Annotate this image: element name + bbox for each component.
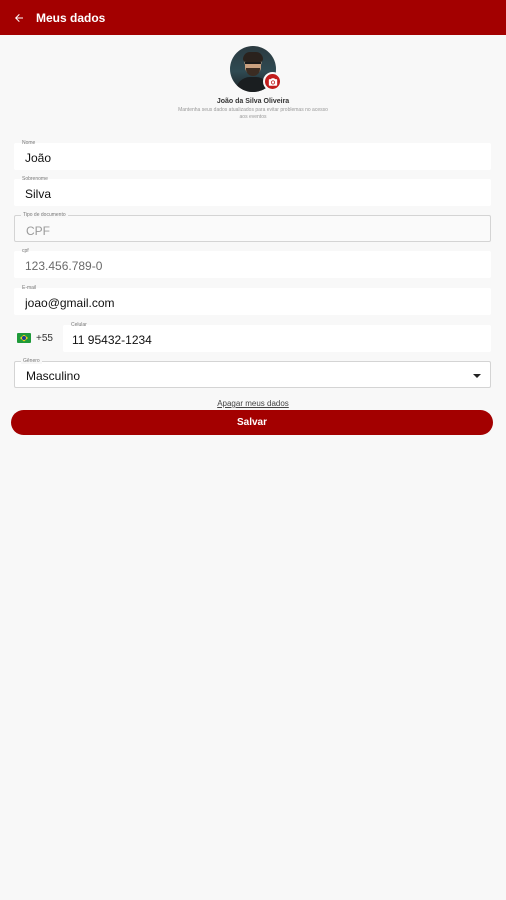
profile-name: João da Silva Oliveira — [216, 98, 290, 105]
cpf-label: cpf — [22, 248, 29, 254]
email-label: E-mail — [22, 285, 37, 291]
cpf-input[interactable] — [25, 259, 465, 273]
cpf-field[interactable]: cpf — [14, 248, 491, 278]
camera-icon[interactable] — [263, 72, 282, 91]
profile-section: João da Silva Oliveira Mantenha seus dad… — [0, 46, 506, 121]
first-name-input[interactable] — [25, 151, 465, 165]
phone-label: Celular — [71, 322, 87, 328]
page-title: Meus dados — [36, 10, 106, 25]
document-type-input — [26, 224, 466, 238]
chevron-down-icon[interactable] — [473, 374, 481, 378]
first-name-field[interactable]: Nome — [14, 140, 491, 170]
gender-label: Gênero — [21, 358, 42, 364]
country-code-selector[interactable]: +55 — [17, 330, 53, 346]
last-name-field[interactable]: Sobrenome — [14, 176, 491, 206]
country-code: +55 — [36, 332, 53, 344]
phone-input[interactable] — [72, 333, 472, 347]
email-field[interactable]: E-mail — [14, 285, 491, 315]
document-type-field: Tipo de documento — [14, 212, 491, 242]
email-input[interactable] — [25, 296, 465, 310]
last-name-label: Sobrenome — [22, 176, 48, 182]
delete-data-container: Apagar meus dados — [0, 393, 506, 411]
save-button[interactable]: Salvar — [11, 410, 493, 435]
last-name-input[interactable] — [25, 187, 465, 201]
brazil-flag-icon — [17, 333, 31, 343]
phone-field[interactable]: Celular — [63, 322, 491, 352]
gender-select[interactable]: Gênero Masculino — [14, 358, 491, 388]
document-type-label: Tipo de documento — [21, 212, 68, 218]
delete-data-link[interactable]: Apagar meus dados — [217, 399, 289, 408]
avatar-container — [230, 46, 282, 92]
profile-hint: Mantenha seus dados atualizados para evi… — [178, 107, 328, 120]
app-bar: Meus dados — [0, 0, 506, 35]
arrow-left-icon[interactable] — [11, 10, 27, 26]
gender-value: Masculino — [26, 369, 81, 383]
first-name-label: Nome — [22, 140, 36, 146]
